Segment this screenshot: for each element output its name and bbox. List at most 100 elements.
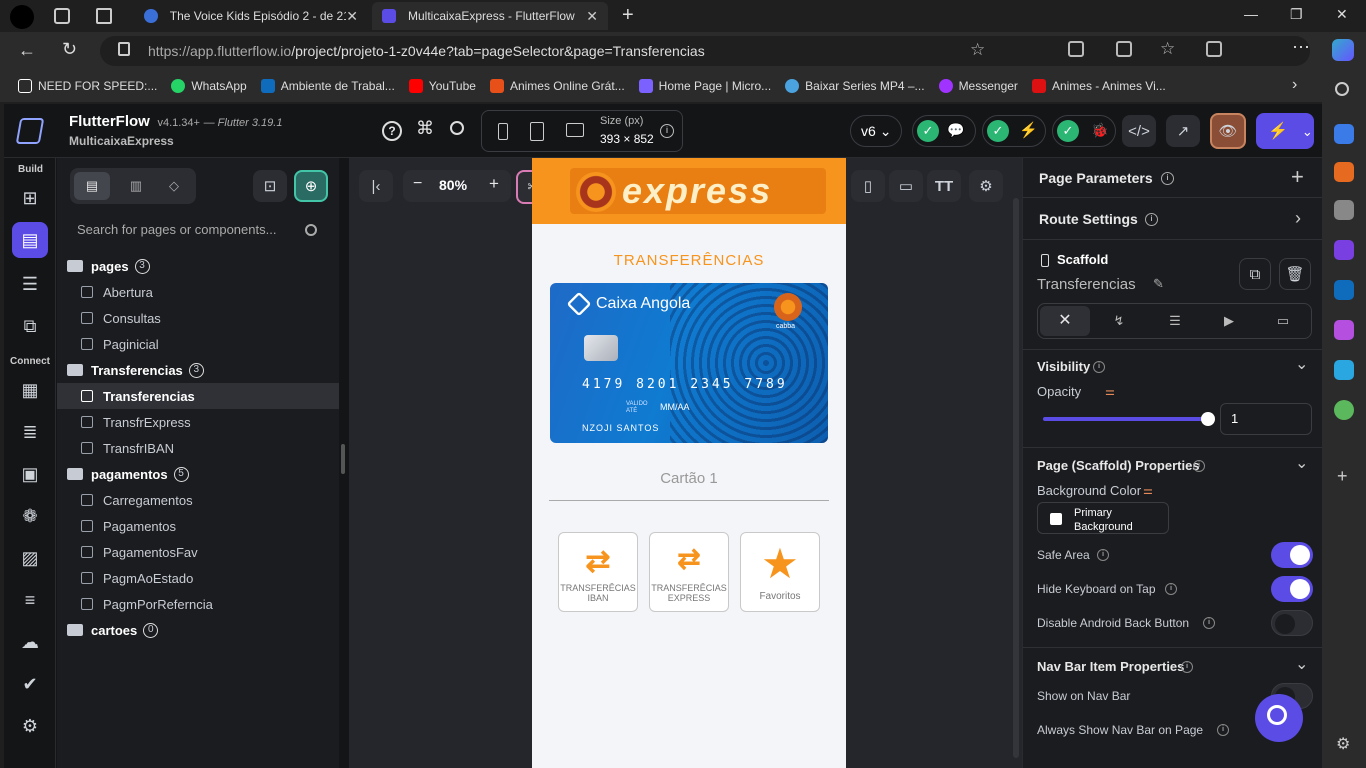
tab-voice-kids[interactable]: The Voice Kids Episódio 2 - de 21 ✕ xyxy=(134,2,368,30)
tests-icon[interactable]: ✔ xyxy=(18,672,42,696)
folder-row[interactable]: Transferencias 3 xyxy=(57,357,339,383)
image-icon[interactable]: ▨ xyxy=(18,546,42,570)
folder-row[interactable]: cartoes 0 xyxy=(57,617,339,643)
edit-pencil-icon[interactable]: ✎ xyxy=(1153,276,1164,292)
help-icon[interactable]: ? xyxy=(382,121,402,141)
disable-back-toggle[interactable] xyxy=(1271,610,1313,636)
designer-icon[interactable] xyxy=(1334,320,1354,340)
back-icon[interactable]: ← xyxy=(18,40,36,61)
chevron-down-icon[interactable]: ⌄ xyxy=(1295,654,1308,674)
shopping-icon[interactable] xyxy=(1334,124,1354,144)
collapse-left-icon[interactable]: |‹ xyxy=(359,170,393,202)
command-icon[interactable]: ⌘ xyxy=(416,118,434,139)
code-icon[interactable]: </> xyxy=(1122,115,1156,147)
close-icon[interactable]: ✕ xyxy=(586,8,598,25)
chevron-right-icon[interactable]: › xyxy=(1292,76,1297,94)
settings-more-icon[interactable]: ⋯ xyxy=(1292,37,1310,58)
bookmark-item[interactable]: Animes Online Grát... xyxy=(489,79,625,93)
theme-icon[interactable]: ❁ xyxy=(18,504,42,528)
properties-tab-icon[interactable]: ✕ xyxy=(1040,306,1090,336)
favorites-button[interactable]: ★ Favoritos xyxy=(740,532,820,612)
run-lightning-button[interactable]: ⚡ ⌄ xyxy=(1256,113,1314,149)
opacity-slider-thumb[interactable] xyxy=(1201,412,1215,426)
storyboard-icon[interactable]: ⧉ xyxy=(18,314,42,338)
info-icon[interactable]: i xyxy=(660,124,674,138)
settings-icon[interactable]: ⚙ xyxy=(1336,734,1350,754)
safe-area-toggle[interactable] xyxy=(1271,542,1313,568)
widget-tree-icon[interactable]: ☰ xyxy=(18,272,42,296)
chat-icon[interactable]: 💬 xyxy=(947,122,964,139)
profile-avatar[interactable] xyxy=(10,5,34,29)
page-row[interactable]: PagmPorReferncia xyxy=(57,591,339,617)
panel-resize-handle[interactable] xyxy=(341,444,345,474)
copilot-icon[interactable] xyxy=(1332,39,1354,61)
settings-icon[interactable]: ⚙ xyxy=(18,714,42,738)
pages-tab-icon[interactable]: ▤ xyxy=(74,172,110,200)
add-icon[interactable]: + xyxy=(1337,466,1348,487)
split-screen-icon[interactable] xyxy=(1116,41,1132,57)
delete-icon[interactable]: 🗑 xyxy=(1279,258,1311,290)
desktop-icon[interactable] xyxy=(566,123,584,137)
search-input[interactable]: Search for pages or components... xyxy=(57,216,339,248)
page-selector-icon[interactable]: ▤ xyxy=(12,222,48,258)
bookmark-item[interactable]: Home Page | Micro... xyxy=(638,79,771,93)
list-icon[interactable]: ≡ xyxy=(18,588,42,612)
opacity-slider[interactable] xyxy=(1043,417,1209,421)
transfer-iban-button[interactable]: ⇄ TRANSFERÊCIAS IBAN xyxy=(558,532,638,612)
backend-query-tab-icon[interactable]: ☰ xyxy=(1150,306,1200,336)
library-tab-icon[interactable]: ◇ xyxy=(156,172,192,200)
duplicate-icon[interactable]: ⧉ xyxy=(1239,258,1271,290)
bookmark-item[interactable]: WhatsApp xyxy=(171,79,247,93)
tab-actions-icon[interactable] xyxy=(96,8,112,24)
opacity-input[interactable]: 1 xyxy=(1220,403,1312,435)
media-assets-icon[interactable]: ▣ xyxy=(18,462,42,486)
add-icon[interactable]: + xyxy=(1291,164,1304,190)
bug-icon[interactable]: 🐞 xyxy=(1091,122,1108,139)
zoom-in-icon[interactable]: + xyxy=(489,174,499,194)
favorites-icon[interactable]: ☆ xyxy=(1160,39,1175,59)
chevron-down-icon[interactable]: ⌄ xyxy=(1295,354,1308,374)
actions-tab-icon[interactable]: ↯ xyxy=(1094,306,1144,336)
games-icon[interactable] xyxy=(1334,200,1354,220)
bookmark-item[interactable]: NEED FOR SPEED:... xyxy=(18,79,157,93)
phone-large-icon[interactable] xyxy=(530,122,544,141)
bookmark-item[interactable]: Messenger xyxy=(938,79,1018,93)
search-icon[interactable] xyxy=(450,121,464,135)
favorite-star-icon[interactable]: ☆ xyxy=(970,40,985,60)
restore-button[interactable]: ❐ xyxy=(1290,6,1303,23)
page-row-selected[interactable]: Transferencias xyxy=(57,383,339,409)
phone-frame-icon[interactable]: ▯ xyxy=(851,170,885,202)
text-scale-icon[interactable]: TT xyxy=(927,170,961,202)
search-icon[interactable] xyxy=(1335,82,1349,96)
folder-row[interactable]: pagamentos 5 xyxy=(57,461,339,487)
api-calls-icon[interactable]: ≣ xyxy=(18,420,42,444)
page-row[interactable]: PagamentosFav xyxy=(57,539,339,565)
preview-eye-icon[interactable]: 👁 xyxy=(1210,113,1246,149)
bg-color-picker[interactable]: Primary Background xyxy=(1037,502,1169,534)
page-row[interactable]: Carregamentos xyxy=(57,487,339,513)
close-icon[interactable]: ✕ xyxy=(346,8,358,25)
collections-icon[interactable] xyxy=(1206,41,1222,57)
cloud-icon[interactable]: ☁ xyxy=(18,630,42,654)
page-row[interactable]: Pagamentos xyxy=(57,513,339,539)
database-icon[interactable]: ▦ xyxy=(18,378,42,402)
canvas-settings-icon[interactable]: ⚙ xyxy=(969,170,1003,202)
version-dropdown[interactable]: v6 ⌄ xyxy=(850,115,902,147)
page-row[interactable]: Abertura xyxy=(57,279,339,305)
bookmark-item[interactable]: YouTube xyxy=(408,79,476,93)
page-parameters-row[interactable]: Page Parameters i + xyxy=(1023,158,1322,198)
components-tab-icon[interactable]: ▥ xyxy=(118,172,154,200)
add-widget-icon[interactable]: ⊞ xyxy=(18,186,42,210)
transfer-express-button[interactable]: ⇄ TRANSFERÊCIAS EXPRESS xyxy=(649,532,729,612)
hide-keyboard-toggle[interactable] xyxy=(1271,576,1313,602)
canvas-scrollbar[interactable] xyxy=(1013,198,1019,758)
phone-small-icon[interactable] xyxy=(498,123,508,140)
bookmark-item[interactable]: Ambiente de Trabal... xyxy=(260,79,395,93)
outlook-icon[interactable] xyxy=(1334,280,1354,300)
send-icon[interactable] xyxy=(1334,360,1354,380)
page-row[interactable]: Consultas xyxy=(57,305,339,331)
bookmark-item[interactable]: Animes - Animes Vi... xyxy=(1031,79,1166,93)
new-tab-button[interactable]: + xyxy=(622,4,634,27)
page-row[interactable]: TransfrExpress xyxy=(57,409,339,435)
minimize-button[interactable]: — xyxy=(1244,6,1258,22)
